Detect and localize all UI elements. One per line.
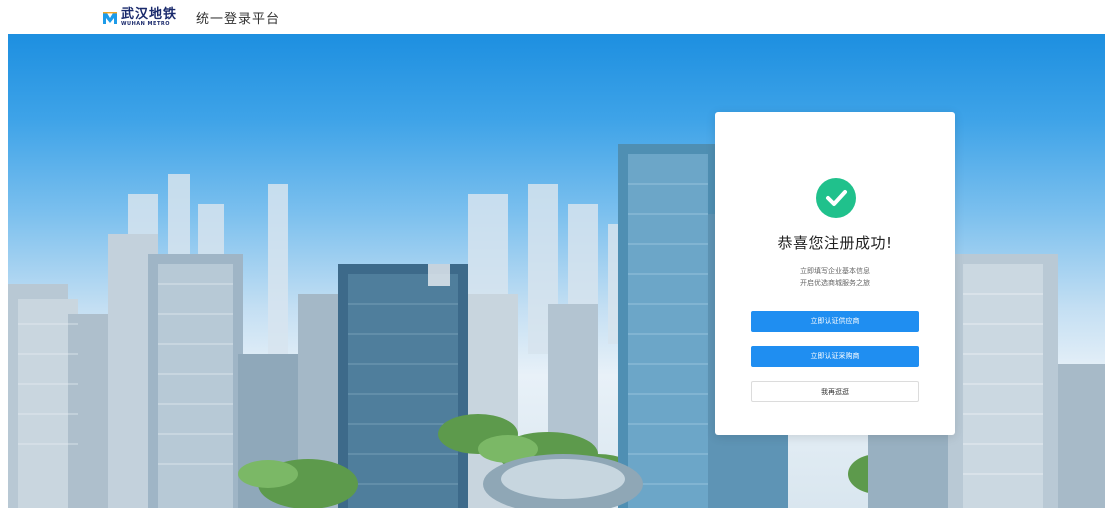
success-subtitle-line2: 开启优选商城服务之旅 <box>800 279 870 287</box>
logo-chinese-text: 武汉地铁 <box>121 6 178 22</box>
platform-title: 统一登录平台 <box>196 12 281 27</box>
registration-success-card: 恭喜您注册成功! 立即填写企业基本信息 开启优选商城服务之旅 立即认证供应商 立… <box>715 112 955 435</box>
browse-later-button[interactable]: 我再逛逛 <box>751 381 919 402</box>
certify-purchaser-button[interactable]: 立即认证采购商 <box>751 346 919 367</box>
metro-logo-icon <box>102 10 118 24</box>
certify-supplier-button[interactable]: 立即认证供应商 <box>751 311 919 332</box>
success-subtitle-line1: 立即填写企业基本信息 <box>800 267 870 275</box>
top-header: 武汉地铁 WUHAN METRO 统一登录平台 <box>0 0 1105 34</box>
wuhan-metro-logo[interactable]: 武汉地铁 WUHAN METRO <box>102 6 177 28</box>
success-check-icon <box>816 178 856 218</box>
success-title: 恭喜您注册成功! <box>777 234 893 252</box>
logo-english-text: WUHAN METRO <box>121 20 170 27</box>
